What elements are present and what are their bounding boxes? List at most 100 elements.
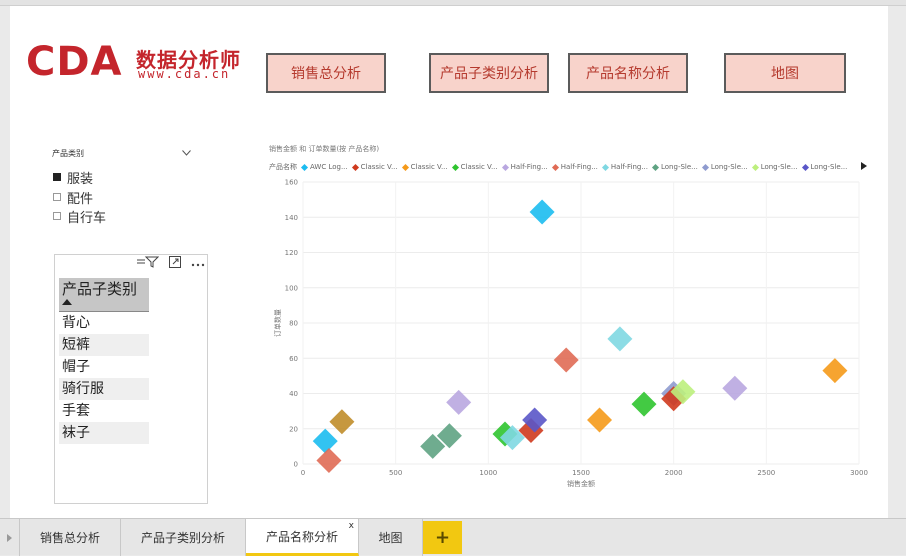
y-tick-label: 160	[285, 179, 298, 187]
slicer-title: 产品类别	[52, 149, 84, 158]
slicer-item-accessories[interactable]: 配件	[53, 188, 94, 207]
legend-item[interactable]: Half-Fing...	[501, 163, 548, 171]
x-tick-label: 2000	[665, 469, 683, 477]
page-tab-bar: 销售总分析 产品子类别分析 产品名称分析 x 地图 +	[0, 518, 906, 556]
x-tick-label: 3000	[850, 469, 868, 477]
legend-marker-icon	[751, 163, 759, 171]
legend-label: Half-Fing...	[560, 163, 598, 171]
legend-marker-icon	[451, 163, 459, 171]
table-row[interactable]: 帽子	[59, 356, 149, 378]
x-tick-label: 2500	[757, 469, 775, 477]
legend-item[interactable]: Classic V...	[351, 163, 398, 171]
legend-label: Classic V...	[460, 163, 498, 171]
data-point[interactable]	[316, 447, 342, 473]
data-point[interactable]	[631, 391, 657, 417]
x-tick-label: 1500	[572, 469, 590, 477]
data-point[interactable]	[722, 375, 748, 401]
legend-label: Long-Sle...	[710, 163, 748, 171]
more-options-icon[interactable]	[191, 257, 205, 270]
legend-marker-icon	[601, 163, 609, 171]
legend-label: Long-Sle...	[760, 163, 798, 171]
legend-marker-icon	[401, 163, 409, 171]
data-point[interactable]	[312, 428, 338, 454]
checkbox-checked-icon[interactable]	[53, 173, 61, 181]
legend-item[interactable]: Long-Sle...	[651, 163, 698, 171]
legend-marker-icon	[300, 163, 309, 171]
nav-button-sales-total[interactable]: 销售总分析	[266, 53, 386, 93]
table-header-label: 产品子类别	[62, 280, 138, 298]
y-tick-label: 60	[289, 355, 298, 363]
checkbox-icon[interactable]	[53, 212, 61, 220]
data-point[interactable]	[553, 347, 579, 373]
legend-label: Classic V...	[410, 163, 448, 171]
scatter-chart: 0 20 40 60 80 100 120 140 160 0 500 1000 1500 2000 250…	[273, 179, 868, 489]
legend-marker-icon	[801, 163, 809, 171]
chevron-down-icon[interactable]	[182, 150, 191, 158]
nav-button-product-name[interactable]: 产品名称分析	[568, 53, 688, 93]
table-row[interactable]: 手套	[59, 400, 149, 422]
tab-subcategory[interactable]: 产品子类别分析	[121, 519, 246, 556]
table-column-header[interactable]: 产品子类别	[59, 278, 149, 312]
slicer-item-bikes[interactable]: 自行车	[53, 207, 107, 226]
table-row[interactable]: 短裤	[59, 334, 149, 356]
filter-icon[interactable]	[137, 256, 160, 271]
y-tick-label: 120	[285, 249, 298, 257]
chart-legend: 产品名称 AWC Log... Classic V... Classic V... C…	[269, 161, 852, 173]
logo-brand: CDA	[26, 39, 123, 85]
legend-item[interactable]: Classic V...	[401, 163, 448, 171]
data-point[interactable]	[607, 326, 633, 352]
logo-url: www.cda.cn	[138, 67, 231, 81]
legend-marker-icon	[701, 163, 709, 171]
tab-map[interactable]: 地图	[359, 519, 423, 556]
legend-label: Long-Sle...	[661, 163, 698, 171]
legend-item[interactable]: Long-Sle...	[701, 163, 748, 171]
tab-sales-total[interactable]: 销售总分析	[20, 519, 121, 556]
legend-marker-icon	[651, 163, 660, 171]
checkbox-icon[interactable]	[53, 193, 61, 201]
legend-item[interactable]: Half-Fing...	[551, 163, 598, 171]
data-point[interactable]	[822, 358, 848, 384]
cda-logo: CDA 数据分析师 www.cda.cn	[26, 42, 254, 88]
legend-item[interactable]: Long-Sle...	[801, 163, 848, 171]
slicer-item-label: 配件	[67, 191, 94, 207]
legend-marker-icon	[551, 163, 559, 171]
visual-toolbar	[121, 255, 205, 271]
y-axis-label: 订单数量	[273, 309, 282, 337]
legend-next-arrow-icon[interactable]	[861, 162, 867, 172]
tab-scroll-left-icon[interactable]	[0, 519, 20, 556]
legend-item[interactable]: AWC Log...	[300, 163, 348, 171]
tab-product-name[interactable]: 产品名称分析 x	[246, 519, 359, 556]
slicer-item-label: 服装	[67, 171, 94, 187]
sort-ascending-icon[interactable]	[62, 298, 146, 308]
legend-title: 产品名称	[269, 163, 297, 171]
x-tick-label: 0	[301, 469, 305, 477]
nav-button-map[interactable]: 地图	[724, 53, 846, 93]
y-tick-label: 80	[289, 320, 298, 328]
y-tick-label: 100	[285, 284, 298, 292]
y-tick-label: 0	[294, 461, 298, 469]
close-icon[interactable]: x	[349, 521, 354, 531]
table-row[interactable]: 袜子	[59, 422, 149, 444]
slicer-item-clothing[interactable]: 服装	[53, 168, 94, 187]
data-point[interactable]	[529, 199, 555, 225]
legend-label: Classic V...	[360, 163, 398, 171]
legend-item[interactable]: Classic V...	[451, 163, 498, 171]
legend-label: Long-Sle...	[810, 163, 848, 171]
nav-button-subcategory[interactable]: 产品子类别分析	[429, 53, 549, 93]
legend-label: Half-Fing...	[510, 163, 548, 171]
add-page-button[interactable]: +	[423, 521, 462, 554]
y-tick-label: 20	[289, 425, 298, 433]
data-point[interactable]	[329, 409, 355, 435]
table-row[interactable]: 背心	[59, 312, 149, 334]
legend-item[interactable]: Half-Fing...	[601, 163, 648, 171]
chart-title: 销售金额 和 订单数量(按 产品名称)	[269, 145, 380, 153]
table-row[interactable]: 骑行服	[59, 378, 149, 400]
focus-mode-icon[interactable]	[169, 255, 181, 271]
x-tick-label: 500	[389, 469, 402, 477]
legend-label: AWC Log...	[310, 163, 348, 171]
legend-label: Half-Fing...	[610, 163, 648, 171]
legend-item[interactable]: Long-Sle...	[751, 163, 798, 171]
legend-marker-icon	[501, 163, 509, 171]
y-tick-label: 140	[285, 214, 298, 222]
slicer-item-label: 自行车	[67, 210, 107, 226]
